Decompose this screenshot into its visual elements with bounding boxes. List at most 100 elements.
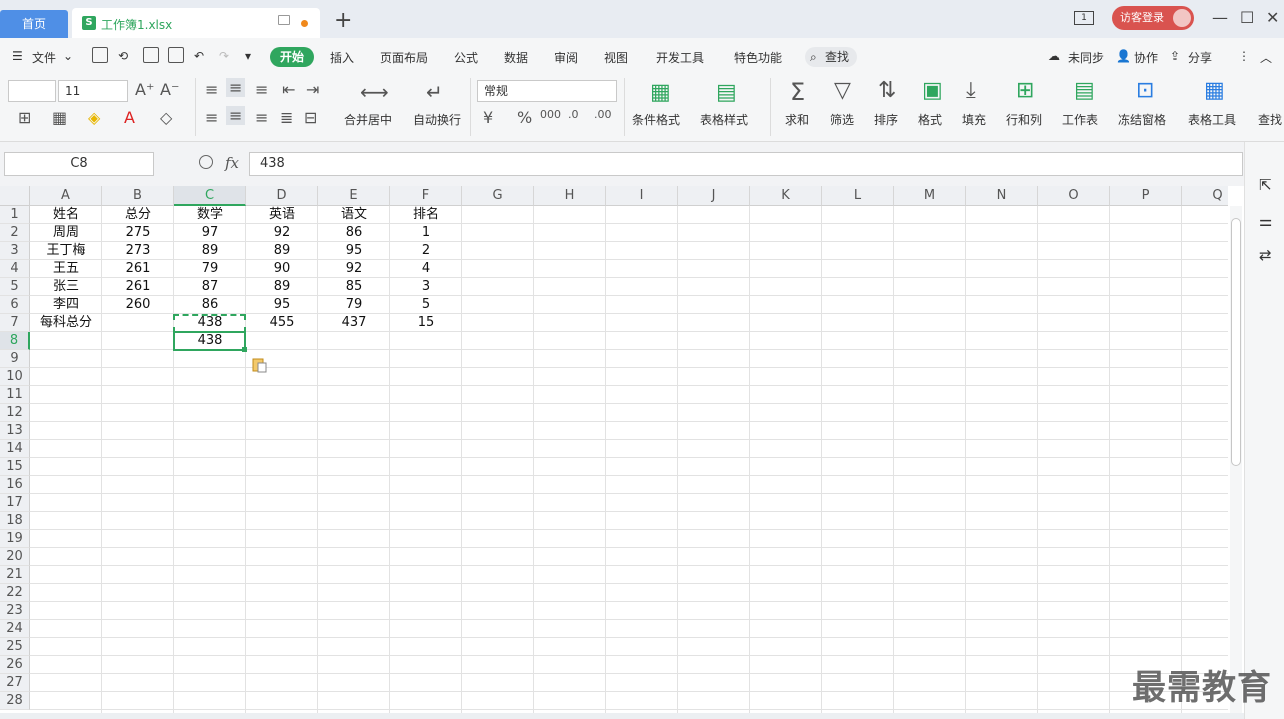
properties-icon[interactable]: ⚌ xyxy=(1259,212,1272,230)
cell-e2[interactable]: 86 xyxy=(318,224,390,242)
increase-font-icon[interactable]: A⁺ xyxy=(135,80,154,99)
new-tab-button[interactable]: + xyxy=(334,10,352,32)
cell-f1[interactable]: 排名 xyxy=(390,206,462,224)
tab-formula[interactable]: 公式 xyxy=(454,49,478,66)
row-header-5[interactable]: 5 xyxy=(0,278,30,296)
align-left-icon[interactable]: ≡ xyxy=(205,108,218,127)
zoom-icon[interactable] xyxy=(199,155,213,169)
cell-c3[interactable]: 89 xyxy=(174,242,246,260)
row-header-27[interactable]: 27 xyxy=(0,674,30,692)
search-button[interactable]: ⌕ 查找 xyxy=(805,47,857,67)
column-header-i[interactable]: I xyxy=(606,186,678,206)
cell-b3[interactable]: 273 xyxy=(102,242,174,260)
freeze-icon[interactable]: ⊡ xyxy=(1136,78,1154,103)
row-header-9[interactable]: 9 xyxy=(0,350,30,368)
cursor-select-icon[interactable]: ⇱ xyxy=(1259,176,1272,194)
cell-a7[interactable]: 每科总分 xyxy=(30,314,102,332)
tab-developer[interactable]: 开发工具 xyxy=(656,49,704,66)
merge-center-icon[interactable]: ⟷ xyxy=(360,80,389,104)
worksheet-button[interactable]: 工作表 xyxy=(1062,111,1098,128)
align-top-icon[interactable]: ≡ xyxy=(205,80,218,99)
row-header-17[interactable]: 17 xyxy=(0,494,30,512)
cell-f6[interactable]: 5 xyxy=(390,296,462,314)
print-icon[interactable] xyxy=(143,47,159,63)
transform-icon[interactable]: ⇄ xyxy=(1259,246,1272,264)
cell-c2[interactable]: 97 xyxy=(174,224,246,242)
row-header-14[interactable]: 14 xyxy=(0,440,30,458)
table-tools-icon[interactable]: ▦ xyxy=(1204,78,1225,103)
column-header-n[interactable]: N xyxy=(966,186,1038,206)
sum-button[interactable]: 求和 xyxy=(785,111,809,128)
sync-button[interactable]: 未同步 xyxy=(1068,49,1104,66)
row-col-button[interactable]: 行和列 xyxy=(1006,111,1042,128)
window-count-icon[interactable]: 1 xyxy=(1074,11,1094,25)
chevron-down-icon[interactable]: ⌄ xyxy=(63,49,73,63)
sum-icon[interactable]: Σ xyxy=(790,78,805,106)
undo-icon[interactable]: ↶ xyxy=(194,49,204,63)
justify-icon[interactable]: ≣ xyxy=(280,108,293,127)
redo-icon[interactable]: ↷ xyxy=(219,49,229,63)
row-header-8[interactable]: 8 xyxy=(0,332,30,350)
font-color-icon[interactable]: A xyxy=(124,108,135,127)
cell-c1[interactable]: 数学 xyxy=(174,206,246,224)
column-header-p[interactable]: P xyxy=(1110,186,1182,206)
format-button[interactable]: 格式 xyxy=(918,111,942,128)
row-header-16[interactable]: 16 xyxy=(0,476,30,494)
tab-start[interactable]: 开始 xyxy=(270,47,314,67)
row-header-21[interactable]: 21 xyxy=(0,566,30,584)
cell-d7[interactable]: 455 xyxy=(246,314,318,332)
row-header-6[interactable]: 6 xyxy=(0,296,30,314)
collapse-ribbon-icon[interactable]: ︿ xyxy=(1260,49,1272,66)
tab-view[interactable]: 视图 xyxy=(604,49,628,66)
collab-button[interactable]: 协作 xyxy=(1134,49,1158,66)
row-header-13[interactable]: 13 xyxy=(0,422,30,440)
font-size-select[interactable]: 11 xyxy=(58,80,128,102)
increase-decimal-icon[interactable]: .0 xyxy=(568,108,579,121)
row-header-20[interactable]: 20 xyxy=(0,548,30,566)
column-header-a[interactable]: A xyxy=(30,186,102,206)
fill-button[interactable]: 填充 xyxy=(962,111,986,128)
currency-icon[interactable]: ¥ xyxy=(483,108,493,127)
paste-options-icon[interactable] xyxy=(252,357,268,373)
font-name-select[interactable] xyxy=(8,80,56,102)
fx-icon[interactable]: fx xyxy=(225,154,239,172)
column-header-b[interactable]: B xyxy=(102,186,174,206)
cell-b5[interactable]: 261 xyxy=(102,278,174,296)
row-header-25[interactable]: 25 xyxy=(0,638,30,656)
cell-b4[interactable]: 261 xyxy=(102,260,174,278)
row-header-7[interactable]: 7 xyxy=(0,314,30,332)
border-icon[interactable]: ⊞ xyxy=(18,108,31,127)
cell-c5[interactable]: 87 xyxy=(174,278,246,296)
cell-e7[interactable]: 437 xyxy=(318,314,390,332)
table-tools-button[interactable]: 表格工具 xyxy=(1188,111,1236,128)
cell-d4[interactable]: 90 xyxy=(246,260,318,278)
cell-d3[interactable]: 89 xyxy=(246,242,318,260)
row-header-11[interactable]: 11 xyxy=(0,386,30,404)
fill-color-icon[interactable]: ◈ xyxy=(88,108,100,127)
row-header-26[interactable]: 26 xyxy=(0,656,30,674)
cell-d2[interactable]: 92 xyxy=(246,224,318,242)
minimize-button[interactable]: — xyxy=(1212,8,1228,27)
save-icon[interactable] xyxy=(92,47,108,63)
find-button[interactable]: 查找 xyxy=(1258,111,1282,128)
tab-review[interactable]: 审阅 xyxy=(554,49,578,66)
filter-button[interactable]: 筛选 xyxy=(830,111,854,128)
row-header-1[interactable]: 1 xyxy=(0,206,30,224)
table-style-icon[interactable]: ▤ xyxy=(716,80,737,105)
cell-a1[interactable]: 姓名 xyxy=(30,206,102,224)
cell-e5[interactable]: 85 xyxy=(318,278,390,296)
cell-b1[interactable]: 总分 xyxy=(102,206,174,224)
row-col-icon[interactable]: ⊞ xyxy=(1016,78,1034,103)
cond-format-icon[interactable]: ▦ xyxy=(650,80,671,105)
cell-f4[interactable]: 4 xyxy=(390,260,462,278)
row-header-19[interactable]: 19 xyxy=(0,530,30,548)
cell-style-icon[interactable]: ▦ xyxy=(52,108,67,127)
wrap-text-icon[interactable]: ↵ xyxy=(426,80,443,104)
tab-workbook[interactable]: S 工作簿1.xlsx xyxy=(72,8,320,38)
cell-c6[interactable]: 86 xyxy=(174,296,246,314)
percent-icon[interactable]: % xyxy=(517,108,532,127)
column-header-j[interactable]: J xyxy=(678,186,750,206)
tab-special[interactable]: 特色功能 xyxy=(734,49,782,66)
share-button[interactable]: 分享 xyxy=(1188,49,1212,66)
format-icon[interactable]: ▣ xyxy=(922,78,943,103)
